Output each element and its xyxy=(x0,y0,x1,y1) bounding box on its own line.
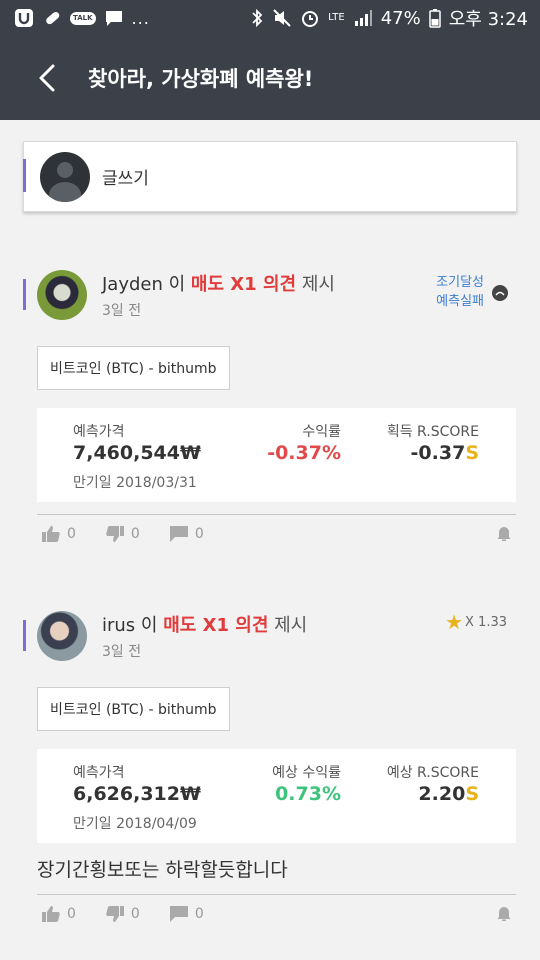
thumbs-down-icon xyxy=(106,906,124,922)
headline-particle: 이 xyxy=(162,274,191,295)
score-unit: S xyxy=(465,442,479,464)
comment-count: 0 xyxy=(194,526,204,542)
score-number: -0.37 xyxy=(410,442,466,464)
opinion-text: 매도 X1 의견 xyxy=(190,274,297,295)
page-title: 찾아라, 가상화폐 예측왕! xyxy=(88,67,314,91)
thumbs-up-icon xyxy=(42,526,60,542)
return-value: 0.73% xyxy=(275,783,341,805)
pill-icon xyxy=(42,8,62,28)
multiplier-badge: ★ X 1.33 xyxy=(445,612,507,632)
comment-button[interactable]: 0 xyxy=(169,906,204,922)
thumbs-up-icon xyxy=(42,906,60,922)
bell-icon xyxy=(497,527,511,541)
notification-bell-button[interactable] xyxy=(496,525,512,545)
dislike-button[interactable]: 0 xyxy=(106,906,140,922)
score-value: 2.20S xyxy=(418,783,479,805)
author-avatar[interactable] xyxy=(37,611,87,661)
post-time: 3일 전 xyxy=(102,644,142,660)
headline-suffix: 제시 xyxy=(296,274,335,295)
score-number: 2.20 xyxy=(418,783,466,805)
compose-accent-bar xyxy=(23,159,26,192)
comment-button[interactable]: 0 xyxy=(169,526,204,542)
message-icon xyxy=(104,8,124,28)
star-icon: ★ xyxy=(445,610,464,634)
post-body: 장기간횡보또는 하락할듯합니다 xyxy=(37,859,288,881)
alarm-icon xyxy=(300,8,320,28)
kakaotalk-icon: TALK xyxy=(70,8,96,28)
notification-bell-button[interactable] xyxy=(496,905,512,925)
expiry-date: 만기일 2018/03/31 xyxy=(73,475,197,491)
like-count: 0 xyxy=(67,526,76,542)
dislike-count: 0 xyxy=(130,906,140,922)
prediction-summary: 예측가격 7,460,544₩ 만기일 2018/03/31 수익률 -0.37… xyxy=(37,408,516,502)
opinion-text: 매도 X1 의견 xyxy=(163,615,269,636)
app-bar: 찾아라, 가상화폐 예측왕! xyxy=(0,36,540,120)
post-accent-bar xyxy=(23,279,26,310)
u-plus-icon xyxy=(14,8,34,28)
expiry-date: 만기일 2018/04/09 xyxy=(73,816,197,832)
coin-tag[interactable]: 비트코인 (BTC) - bithumb xyxy=(37,687,230,731)
dislike-button[interactable]: 0 xyxy=(106,526,140,542)
thumbs-down-icon xyxy=(106,526,124,542)
author-name[interactable]: irus xyxy=(102,615,135,636)
bell-icon xyxy=(497,907,511,921)
post-divider xyxy=(37,514,516,515)
score-value: -0.37S xyxy=(411,442,479,464)
comment-icon xyxy=(169,906,188,922)
battery-icon xyxy=(428,8,441,28)
return-value: -0.37% xyxy=(267,442,341,464)
status-badges: 조기달성 예측실패 xyxy=(436,273,484,311)
predicted-price-label: 예측가격 xyxy=(73,765,125,781)
post-headline: Jayden 이 매도 X1 의견 제시 xyxy=(102,270,335,296)
network-type: LTE xyxy=(328,12,345,23)
post-actions: 0 0 0 xyxy=(42,903,512,925)
predicted-price: 6,626,312₩ xyxy=(73,783,201,805)
author-name[interactable]: Jayden xyxy=(102,274,163,295)
status-bar: TALK ... LTE 47% 오후 3:24 xyxy=(0,0,540,36)
predicted-price: 7,460,544₩ xyxy=(73,442,201,464)
signal-icon xyxy=(353,8,373,28)
compose-box[interactable]: 글쓰기 xyxy=(23,141,517,212)
dislike-count: 0 xyxy=(130,526,140,542)
headline-suffix: 제시 xyxy=(268,615,308,636)
bluetooth-icon xyxy=(250,8,264,28)
score-label: 획득 R.SCORE xyxy=(386,424,479,440)
post-headline: irus 이 매도 X1 의견 제시 xyxy=(102,611,307,637)
comment-icon xyxy=(169,526,188,542)
like-button[interactable]: 0 xyxy=(42,906,76,922)
author-avatar[interactable] xyxy=(37,270,87,320)
early-achieve-badge: 조기달성 xyxy=(436,275,484,290)
predicted-price-label: 예측가격 xyxy=(73,424,125,440)
sad-face-icon xyxy=(492,285,508,301)
back-button[interactable] xyxy=(18,48,78,108)
back-arrow-icon xyxy=(39,64,55,92)
comment-count: 0 xyxy=(194,906,204,922)
clock: 오후 3:24 xyxy=(448,9,528,30)
coin-tag[interactable]: 비트코인 (BTC) - bithumb xyxy=(37,346,230,390)
compose-label: 글쓰기 xyxy=(102,169,149,189)
status-bar-notifications: TALK ... xyxy=(14,8,150,28)
like-count: 0 xyxy=(67,906,76,922)
status-bar-system: LTE 47% 오후 3:24 xyxy=(250,5,528,31)
like-button[interactable]: 0 xyxy=(42,526,76,542)
return-label: 예상 수익률 xyxy=(272,765,341,781)
post-divider xyxy=(37,894,516,895)
prediction-failed-badge: 예측실패 xyxy=(436,294,484,309)
more-notifications-indicator: ... xyxy=(131,8,150,28)
multiplier-value: X 1.33 xyxy=(465,614,507,630)
score-label: 예상 R.SCORE xyxy=(386,765,479,781)
my-avatar xyxy=(40,151,90,202)
post-accent-bar xyxy=(23,620,26,651)
mute-icon xyxy=(272,8,292,28)
return-label: 수익률 xyxy=(302,424,341,440)
headline-particle: 이 xyxy=(135,615,164,636)
prediction-summary: 예측가격 6,626,312₩ 만기일 2018/04/09 예상 수익률 0.… xyxy=(37,749,516,843)
post-actions: 0 0 0 xyxy=(42,523,512,545)
post-time: 3일 전 xyxy=(102,303,142,319)
score-unit: S xyxy=(465,783,479,805)
battery-percent: 47% xyxy=(380,7,421,29)
